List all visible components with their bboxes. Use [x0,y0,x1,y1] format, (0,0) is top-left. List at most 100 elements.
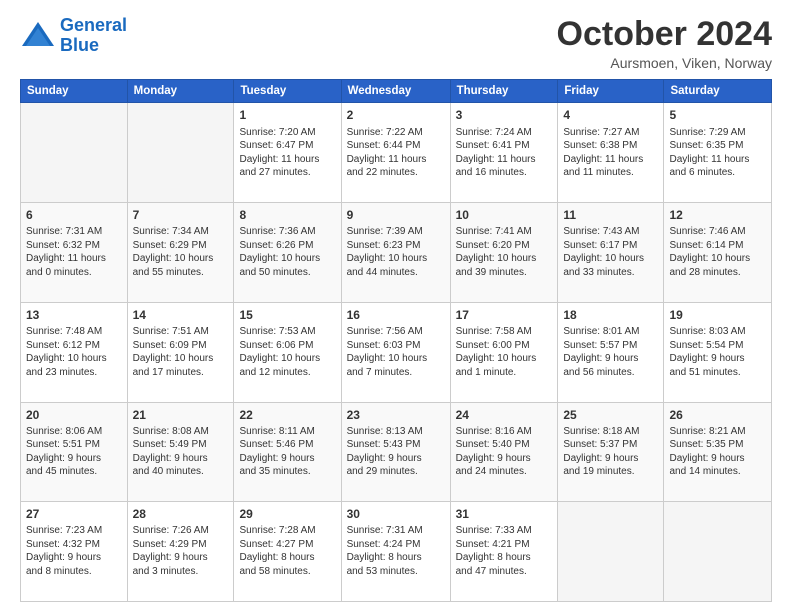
week-row-2: 6Sunrise: 7:31 AM Sunset: 6:32 PM Daylig… [21,203,772,303]
day-number: 28 [133,506,229,522]
logo-text: General Blue [60,16,127,56]
calendar-table: SundayMondayTuesdayWednesdayThursdayFrid… [20,79,772,602]
col-header-sunday: Sunday [21,80,128,103]
week-row-1: 1 Sunrise: 7:20 AM Sunset: 6:47 PM Daylig… [21,103,772,203]
day-info: Sunrise: 8:13 AM Sunset: 5:43 PM Dayligh… [347,425,445,479]
day-number: 9 [347,207,445,223]
header: General Blue October 2024 Aursmoen, Vike… [20,16,772,71]
day-number: 11 [563,207,658,223]
day-info: Sunrise: 7:29 AM Sunset: 6:35 PM Dayligh… [669,126,766,180]
week-row-4: 20Sunrise: 8:06 AM Sunset: 5:51 PM Dayli… [21,402,772,502]
day-cell: 19 Sunrise: 8:03 AM Sunset: 5:54 PM Dayli… [664,302,772,402]
week-row-5: 27Sunrise: 7:23 AM Sunset: 4:32 PM Dayli… [21,502,772,602]
day-number: 29 [239,506,335,522]
day-info: Sunrise: 7:36 AM Sunset: 6:26 PM Dayligh… [239,225,335,279]
day-info: Sunrise: 8:16 AM Sunset: 5:40 PM Dayligh… [456,425,553,479]
day-cell: 20Sunrise: 8:06 AM Sunset: 5:51 PM Dayli… [21,402,128,502]
day-info: Sunrise: 7:51 AM Sunset: 6:09 PM Dayligh… [133,325,229,379]
day-cell: 29 Sunrise: 7:28 AM Sunset: 4:27 PM Dayli… [234,502,341,602]
day-cell: 14 Sunrise: 7:51 AM Sunset: 6:09 PM Dayli… [127,302,234,402]
day-info: Sunrise: 7:48 AM Sunset: 6:12 PM Dayligh… [26,325,122,379]
title-block: October 2024 Aursmoen, Viken, Norway [557,16,772,71]
day-cell: 4Sunrise: 7:27 AM Sunset: 6:38 PM Daylig… [558,103,664,203]
day-cell [664,502,772,602]
logo-line1: General [60,15,127,35]
day-info: Sunrise: 8:08 AM Sunset: 5:49 PM Dayligh… [133,425,229,479]
day-number: 13 [26,307,122,323]
day-cell: 8 Sunrise: 7:36 AM Sunset: 6:26 PM Daylig… [234,203,341,303]
day-number: 19 [669,307,766,323]
day-info: Sunrise: 7:43 AM Sunset: 6:17 PM Dayligh… [563,225,658,279]
day-info: Sunrise: 7:24 AM Sunset: 6:41 PM Dayligh… [456,126,553,180]
day-cell: 9 Sunrise: 7:39 AM Sunset: 6:23 PM Daylig… [341,203,450,303]
day-number: 15 [239,307,335,323]
col-header-saturday: Saturday [664,80,772,103]
col-header-tuesday: Tuesday [234,80,341,103]
day-cell: 18 Sunrise: 8:01 AM Sunset: 5:57 PM Dayli… [558,302,664,402]
day-info: Sunrise: 7:58 AM Sunset: 6:00 PM Dayligh… [456,325,553,379]
day-number: 7 [133,207,229,223]
day-info: Sunrise: 8:06 AM Sunset: 5:51 PM Dayligh… [26,425,122,479]
day-info: Sunrise: 7:46 AM Sunset: 6:14 PM Dayligh… [669,225,766,279]
day-cell [21,103,128,203]
day-number: 22 [239,407,335,423]
day-cell: 24Sunrise: 8:16 AM Sunset: 5:40 PM Dayli… [450,402,558,502]
day-cell: 2 Sunrise: 7:22 AM Sunset: 6:44 PM Daylig… [341,103,450,203]
day-cell: 11 Sunrise: 7:43 AM Sunset: 6:17 PM Dayli… [558,203,664,303]
day-number: 27 [26,506,122,522]
page: General Blue October 2024 Aursmoen, Vike… [0,0,792,612]
week-row-3: 13 Sunrise: 7:48 AM Sunset: 6:12 PM Dayli… [21,302,772,402]
day-cell: 31 Sunrise: 7:33 AM Sunset: 4:21 PM Dayli… [450,502,558,602]
day-info: Sunrise: 7:56 AM Sunset: 6:03 PM Dayligh… [347,325,445,379]
col-header-wednesday: Wednesday [341,80,450,103]
day-cell [558,502,664,602]
day-cell: 1 Sunrise: 7:20 AM Sunset: 6:47 PM Daylig… [234,103,341,203]
day-number: 5 [669,107,766,123]
day-info: Sunrise: 7:39 AM Sunset: 6:23 PM Dayligh… [347,225,445,279]
day-number: 31 [456,506,553,522]
day-cell: 28 Sunrise: 7:26 AM Sunset: 4:29 PM Dayli… [127,502,234,602]
day-number: 2 [347,107,445,123]
day-info: Sunrise: 7:34 AM Sunset: 6:29 PM Dayligh… [133,225,229,279]
day-number: 4 [563,107,658,123]
day-number: 17 [456,307,553,323]
day-cell: 15 Sunrise: 7:53 AM Sunset: 6:06 PM Dayli… [234,302,341,402]
header-row: SundayMondayTuesdayWednesdayThursdayFrid… [21,80,772,103]
day-info: Sunrise: 8:01 AM Sunset: 5:57 PM Dayligh… [563,325,658,379]
day-number: 18 [563,307,658,323]
day-info: Sunrise: 7:33 AM Sunset: 4:21 PM Dayligh… [456,524,553,578]
calendar-title: October 2024 [557,16,772,53]
day-cell: 23Sunrise: 8:13 AM Sunset: 5:43 PM Dayli… [341,402,450,502]
day-cell: 6Sunrise: 7:31 AM Sunset: 6:32 PM Daylig… [21,203,128,303]
day-info: Sunrise: 7:26 AM Sunset: 4:29 PM Dayligh… [133,524,229,578]
logo-line2: Blue [60,35,99,55]
day-number: 21 [133,407,229,423]
day-cell: 21 Sunrise: 8:08 AM Sunset: 5:49 PM Dayli… [127,402,234,502]
day-info: Sunrise: 7:31 AM Sunset: 6:32 PM Dayligh… [26,225,122,279]
logo-icon [20,18,56,54]
day-info: Sunrise: 7:22 AM Sunset: 6:44 PM Dayligh… [347,126,445,180]
col-header-monday: Monday [127,80,234,103]
day-number: 30 [347,506,445,522]
day-cell: 5 Sunrise: 7:29 AM Sunset: 6:35 PM Daylig… [664,103,772,203]
day-number: 1 [239,107,335,123]
day-number: 8 [239,207,335,223]
day-cell: 12Sunrise: 7:46 AM Sunset: 6:14 PM Dayli… [664,203,772,303]
day-cell: 3 Sunrise: 7:24 AM Sunset: 6:41 PM Daylig… [450,103,558,203]
day-info: Sunrise: 8:03 AM Sunset: 5:54 PM Dayligh… [669,325,766,379]
day-info: Sunrise: 7:28 AM Sunset: 4:27 PM Dayligh… [239,524,335,578]
day-info: Sunrise: 7:20 AM Sunset: 6:47 PM Dayligh… [239,126,335,180]
col-header-thursday: Thursday [450,80,558,103]
day-cell: 13 Sunrise: 7:48 AM Sunset: 6:12 PM Dayli… [21,302,128,402]
day-info: Sunrise: 7:53 AM Sunset: 6:06 PM Dayligh… [239,325,335,379]
day-cell: 10Sunrise: 7:41 AM Sunset: 6:20 PM Dayli… [450,203,558,303]
day-cell: 17 Sunrise: 7:58 AM Sunset: 6:00 PM Dayli… [450,302,558,402]
day-number: 14 [133,307,229,323]
day-number: 3 [456,107,553,123]
day-cell: 27Sunrise: 7:23 AM Sunset: 4:32 PM Dayli… [21,502,128,602]
day-number: 25 [563,407,658,423]
day-cell: 25Sunrise: 8:18 AM Sunset: 5:37 PM Dayli… [558,402,664,502]
day-number: 16 [347,307,445,323]
day-cell: 30Sunrise: 7:31 AM Sunset: 4:24 PM Dayli… [341,502,450,602]
day-info: Sunrise: 7:41 AM Sunset: 6:20 PM Dayligh… [456,225,553,279]
